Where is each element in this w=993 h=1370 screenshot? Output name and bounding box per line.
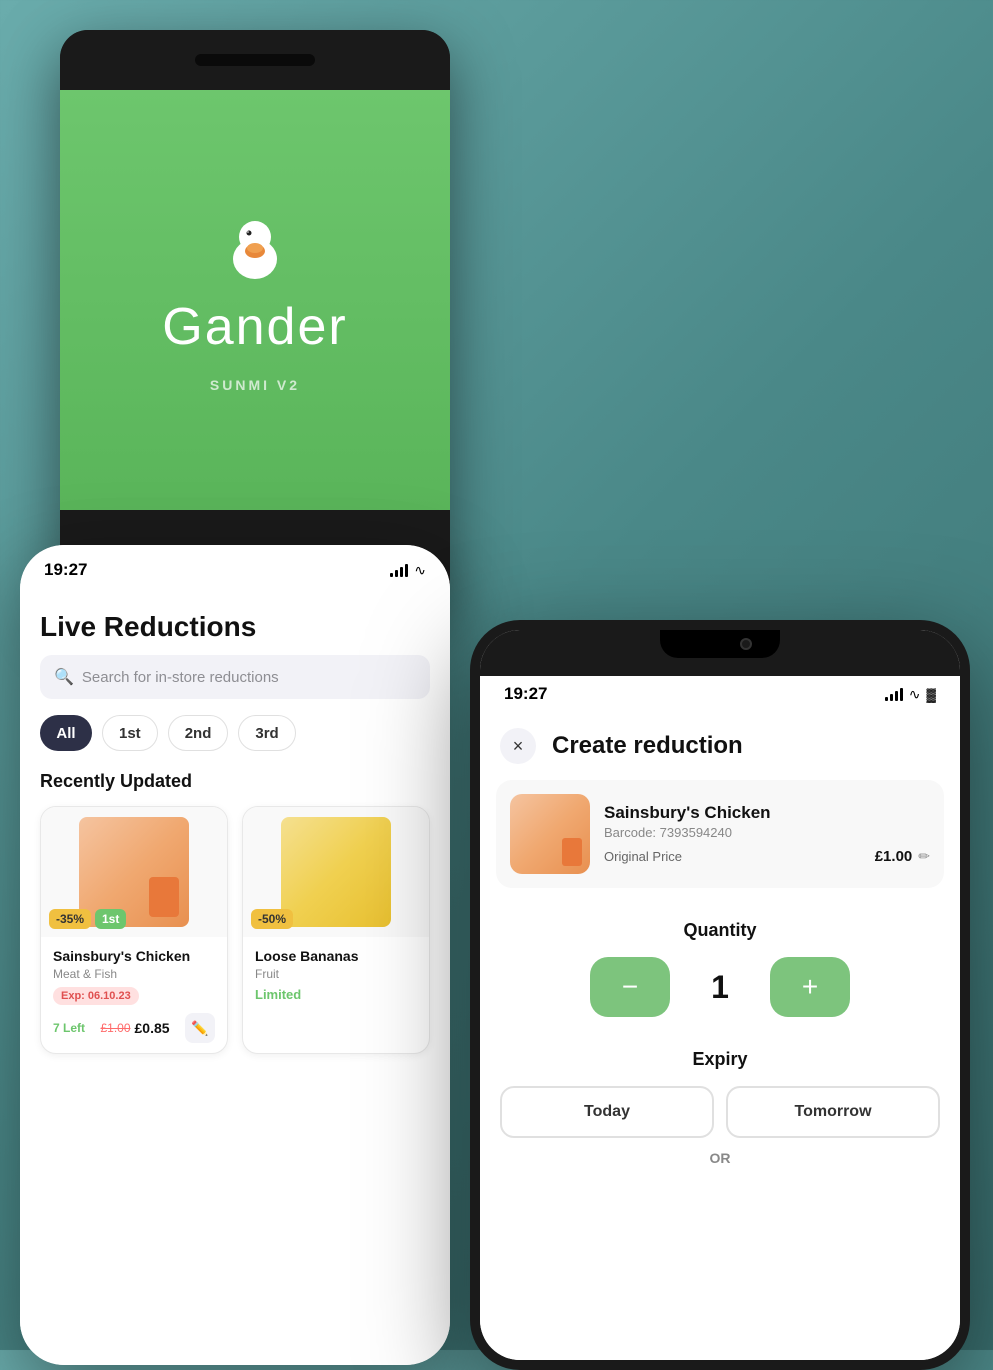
filter-tab-1st[interactable]: 1st (102, 715, 158, 751)
signal-bars-icon (390, 563, 408, 577)
rank-badge-chicken: 1st (95, 909, 126, 929)
expiry-buttons: Today Tomorrow (500, 1086, 940, 1138)
right-status-time: 19:27 (504, 684, 547, 704)
expiry-heading: Expiry (500, 1049, 940, 1070)
increase-quantity-button[interactable]: + (770, 957, 850, 1017)
handheld-top (60, 30, 450, 90)
product-image-chicken: -35% 1st (41, 807, 227, 937)
notch (660, 630, 780, 658)
left-status-icons: ∿ (390, 562, 426, 579)
detail-price-row: Original Price £1.00 ✏ (604, 848, 930, 865)
product-name-chicken: Sainsbury's Chicken (53, 947, 215, 965)
expiry-badge-chicken: Exp: 06.10.23 (53, 987, 139, 1005)
gander-app-name: Gander (162, 297, 347, 357)
product-category-chicken: Meat & Fish (53, 967, 215, 981)
wifi-icon: ∿ (414, 562, 426, 579)
product-detail-info: Sainsbury's Chicken Barcode: 7393594240 … (604, 803, 930, 865)
quantity-section: Quantity − 1 + (480, 904, 960, 1033)
filter-tab-2nd[interactable]: 2nd (168, 715, 229, 751)
battery-icon: ▓ (927, 687, 936, 702)
filter-tabs: All 1st 2nd 3rd (40, 715, 430, 751)
discount-badge-chicken: -35% (49, 909, 91, 929)
today-button[interactable]: Today (500, 1086, 714, 1138)
right-wifi-icon: ∿ (909, 686, 921, 703)
right-content: × Create reduction Sainsbury's Chicken B… (480, 712, 960, 1370)
handheld-device: Gander SUNMI V2 (60, 30, 450, 610)
right-statusbar: 19:27 ∿ ▓ (480, 676, 960, 712)
search-bar[interactable]: 🔍 Search for in-store reductions (40, 655, 430, 699)
close-button[interactable]: × (500, 728, 536, 764)
expiry-section: Expiry Today Tomorrow OR (480, 1033, 960, 1182)
product-info-bananas: Loose Bananas Fruit Limited (243, 937, 429, 1012)
price-original-chicken: £1.00 (100, 1021, 130, 1035)
quantity-heading: Quantity (500, 920, 940, 941)
product-footer-chicken: 7 Left £1.00 £0.85 ✏️ (53, 1013, 215, 1043)
product-name-bananas: Loose Bananas (255, 947, 417, 965)
decrease-quantity-button[interactable]: − (590, 957, 670, 1017)
or-divider: OR (500, 1150, 940, 1166)
detail-price-label: Original Price (604, 849, 682, 864)
detail-price-amount: £1.00 (875, 848, 913, 865)
product-detail-card: Sainsbury's Chicken Barcode: 7393594240 … (496, 780, 944, 888)
product-thumbnail (510, 794, 590, 874)
product-grid: -35% 1st Sainsbury's Chicken Meat & Fish… (40, 806, 430, 1054)
page-title: Live Reductions (40, 595, 430, 655)
detail-product-barcode: Barcode: 7393594240 (604, 825, 930, 840)
product-stock-chicken: 7 Left (53, 1021, 85, 1035)
handheld-screen: Gander SUNMI V2 (60, 90, 450, 510)
product-card-chicken[interactable]: -35% 1st Sainsbury's Chicken Meat & Fish… (40, 806, 228, 1054)
product-prices-chicken: £1.00 £0.85 (100, 1020, 169, 1036)
product-card-bananas[interactable]: -50% Loose Bananas Fruit Limited (242, 806, 430, 1054)
edit-price-icon[interactable]: ✏ (918, 848, 930, 865)
detail-product-name: Sainsbury's Chicken (604, 803, 930, 823)
create-reduction-header: × Create reduction (480, 712, 960, 780)
duck-icon (215, 207, 295, 287)
product-category-bananas: Fruit (255, 967, 417, 981)
front-camera-icon (740, 638, 752, 650)
left-content: Live Reductions 🔍 Search for in-store re… (20, 595, 450, 1365)
notch-area (480, 630, 960, 676)
tomorrow-button[interactable]: Tomorrow (726, 1086, 940, 1138)
quantity-controls: − 1 + (500, 957, 940, 1017)
edit-button-chicken[interactable]: ✏️ (185, 1013, 215, 1043)
left-status-time: 19:27 (44, 560, 87, 580)
gander-logo-area: Gander SUNMI V2 (162, 207, 347, 393)
right-status-icons: ∿ ▓ (885, 686, 936, 703)
section-title-recently-updated: Recently Updated (40, 771, 430, 792)
quantity-value: 1 (700, 969, 740, 1006)
filter-tab-3rd[interactable]: 3rd (238, 715, 295, 751)
phone-right: 19:27 ∿ ▓ × Create reduction Sainsbury's… (470, 620, 970, 1370)
handheld-top-bar (195, 54, 315, 66)
limited-badge-bananas: Limited (255, 987, 417, 1002)
right-signal-bars-icon (885, 687, 903, 701)
handheld-brand: SUNMI V2 (210, 377, 300, 393)
create-reduction-title: Create reduction (552, 732, 743, 760)
discount-badge-bananas: -50% (251, 909, 293, 929)
price-current-chicken: £0.85 (135, 1020, 170, 1036)
bananas-image (281, 817, 391, 927)
product-info-chicken: Sainsbury's Chicken Meat & Fish Exp: 06.… (41, 937, 227, 1053)
left-statusbar: 19:27 ∿ (20, 545, 450, 595)
product-image-bananas: -50% (243, 807, 429, 937)
phone-left: 19:27 ∿ Live Reductions 🔍 Search for in-… (20, 545, 450, 1365)
filter-tab-all[interactable]: All (40, 715, 92, 751)
detail-price-value: £1.00 ✏ (875, 848, 930, 865)
search-icon: 🔍 (54, 667, 74, 687)
search-input-placeholder: Search for in-store reductions (82, 669, 279, 686)
